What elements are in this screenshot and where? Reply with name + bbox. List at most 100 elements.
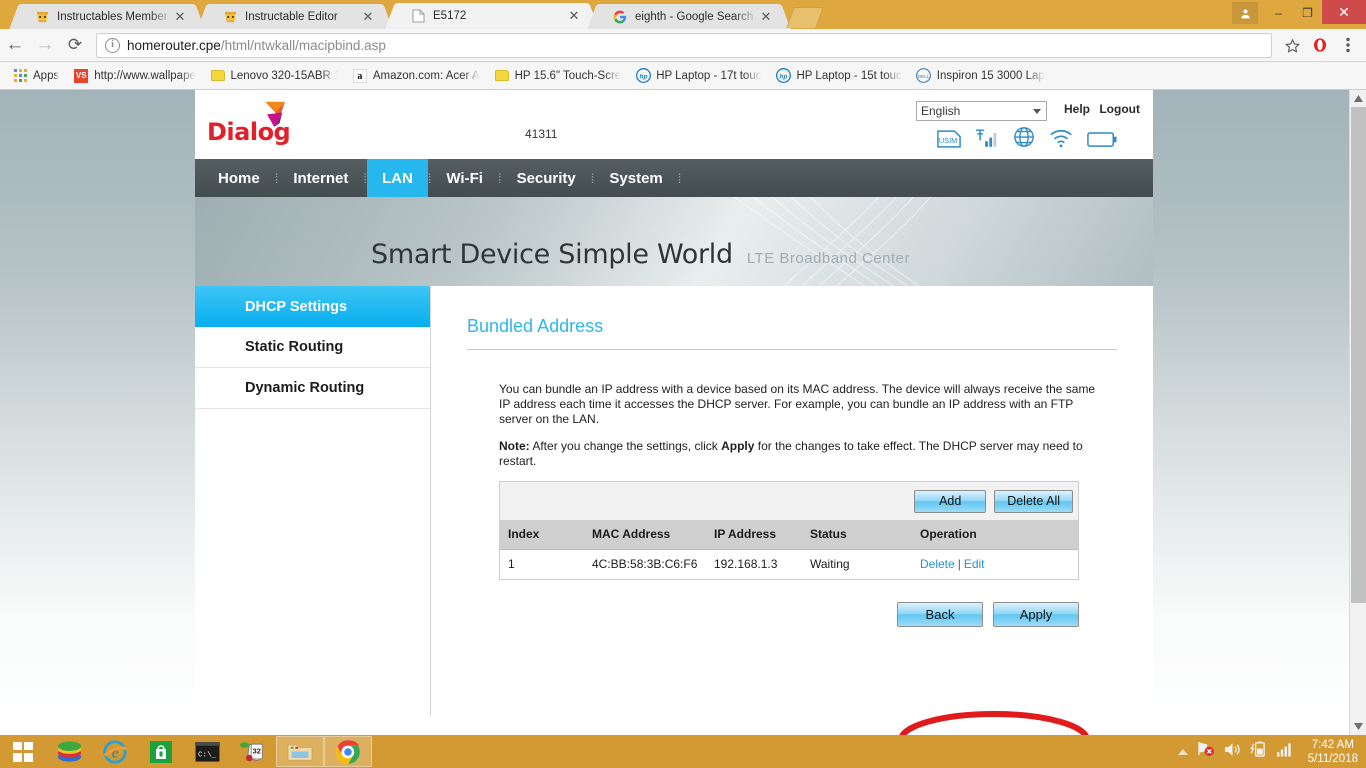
signal-bars-icon [975,129,999,153]
scroll-down-arrow-icon[interactable] [1350,718,1366,735]
new-tab-button[interactable] [786,7,824,28]
close-icon[interactable]: ✕ [360,9,376,25]
bookmark-inspiron[interactable]: DELL Inspiron 15 3000 Lap [910,65,1051,87]
bookmark-label: Lenovo 320-15ABR 1 [230,69,338,82]
windows-start-icon[interactable] [0,735,46,768]
opera-extension-icon[interactable] [1306,31,1334,59]
nav-item-internet[interactable]: Internet [278,159,363,197]
browser-tab-strip: Instructables Member : A ✕ Instructable … [0,0,1366,29]
speaker-icon[interactable] [1224,742,1241,762]
router-main-content: Bundled Address You can bundle an IP add… [431,286,1153,716]
bookmark-amazon[interactable]: a Amazon.com: Acer A [346,65,486,87]
nav-item-system[interactable]: System [594,159,677,197]
close-icon[interactable]: ✕ [566,8,582,24]
form-action-buttons: Back Apply [467,602,1079,627]
page-scrollbar[interactable] [1349,90,1366,735]
bookmark-apps[interactable]: Apps [6,65,65,87]
delete-all-button[interactable]: Delete All [994,489,1073,513]
svg-text:C:\_: C:\_ [197,751,216,759]
router-model-number: 41311 [525,127,558,141]
solitaire-icon[interactable]: 32 [230,735,276,768]
table-toolbar: Add Delete All [500,482,1078,520]
nav-item-security[interactable]: Security [502,159,591,197]
browser-tab-4[interactable]: eighth - Google Search ✕ [600,4,778,29]
bookmark-hp-156[interactable]: HP 15.6" Touch-Scre [488,65,628,87]
nav-item-lan[interactable]: LAN [366,159,428,197]
browser-tab-title: eighth - Google Search [635,10,754,23]
edit-link[interactable]: Edit [964,557,985,571]
column-header-mac: MAC Address [584,520,706,550]
wifi-icon [1049,129,1073,153]
bookmark-hp-17t[interactable]: hp HP Laptop - 17t touc [629,65,767,87]
network-error-icon[interactable] [1197,741,1215,762]
apply-button[interactable]: Apply [993,602,1079,627]
microsoft-store-icon[interactable] [138,735,184,768]
sidebar-item-static-routing[interactable]: Static Routing [195,327,430,368]
sidebar-item-dynamic-routing[interactable]: Dynamic Routing [195,368,430,409]
address-bar-url: homerouter.cpe/html/ntwkall/macipbind.as… [127,37,386,53]
bookmark-hp-15t[interactable]: hp HP Laptop - 15t touc [769,65,907,87]
bookmark-lenovo[interactable]: Lenovo 320-15ABR 1 [204,65,344,87]
note-text-1: After you change the settings, click [529,439,722,453]
close-icon[interactable]: ✕ [758,9,774,25]
operation-separator: | [957,557,961,572]
internet-explorer-icon[interactable]: e [92,735,138,768]
maximize-button[interactable]: ❐ [1293,2,1322,24]
reload-icon[interactable]: ⟳ [60,30,90,60]
forward-icon[interactable]: → [30,30,60,60]
sidebar-item-dhcp-settings[interactable]: DHCP Settings [195,286,430,327]
command-prompt-icon[interactable]: C:\_ [184,735,230,768]
page-viewport: Dialog 41311 English Help Logout USIM Ho… [0,90,1366,735]
bookmark-label: HP Laptop - 15t touc [796,69,902,82]
three-dot-menu-icon[interactable] [1334,31,1362,59]
taskbar-clock[interactable]: 7:42 AM 5/11/2018 [1308,738,1358,766]
router-main-nav: Home ⁞ Internet ⁞ LAN ⁞ Wi-Fi ⁞ Security… [195,159,1153,197]
file-explorer-icon[interactable] [276,736,324,767]
help-link[interactable]: Help [1064,102,1090,116]
add-button[interactable]: Add [914,489,987,513]
browser-tab-1[interactable]: Instructables Member : A ✕ [22,4,192,29]
bookmark-label: HP Laptop - 17t touc [656,69,762,82]
browser-tab-3-active[interactable]: E5172 ✕ [398,3,586,29]
windows-taskbar: e C:\_ 32 7:42 AM 5/11/2018 [0,735,1366,768]
signal-bars-icon[interactable] [1276,742,1293,762]
battery-charging-icon[interactable] [1250,741,1267,762]
folder-icon [210,68,226,84]
bluestacks-icon[interactable] [46,735,92,768]
close-icon[interactable]: ✕ [172,9,188,25]
sidebar-item-label: Static Routing [245,339,344,355]
banner-headline: Smart Device Simple World [371,239,733,270]
language-select[interactable]: English [916,101,1047,121]
delete-link[interactable]: Delete [920,557,955,571]
svg-text:DELL: DELL [918,74,930,79]
nav-item-wifi[interactable]: Wi-Fi [431,159,498,197]
chevron-up-icon[interactable] [1177,743,1188,761]
apps-grid-icon [12,68,28,84]
bookmark-label: http://www.wallpape [94,69,196,82]
info-circle-icon[interactable]: i [105,37,120,53]
address-bar[interactable]: i homerouter.cpe/html/ntwkall/macipbind.… [96,32,1272,58]
minimize-button[interactable]: – [1264,2,1293,24]
bookmark-wallpaper[interactable]: VS http://www.wallpape [67,65,202,87]
browser-tab-title: E5172 [433,10,467,22]
column-header-status: Status [802,520,912,550]
description-paragraph: You can bundle an IP address with a devi… [499,382,1096,426]
svg-text:e: e [112,745,119,761]
router-sidebar: DHCP Settings Static Routing Dynamic Rou… [195,286,431,716]
google-chrome-icon[interactable] [324,736,372,767]
star-icon[interactable] [1278,31,1306,59]
profile-icon[interactable] [1232,2,1258,24]
dialog-logo: Dialog [207,100,295,150]
cell-status: Waiting [802,549,912,579]
back-button[interactable]: Back [897,602,983,627]
logout-link[interactable]: Logout [1099,102,1140,116]
scrollbar-thumb[interactable] [1351,107,1366,603]
language-select-value: English [921,104,961,118]
back-icon[interactable]: ← [0,30,30,60]
bookmark-label: HP 15.6" Touch-Scre [514,69,622,82]
cell-index: 1 [500,549,584,579]
scroll-up-arrow-icon[interactable] [1350,90,1366,107]
browser-tab-2[interactable]: Instructable Editor ✕ [210,4,380,29]
nav-item-home[interactable]: Home [203,159,275,197]
close-window-button[interactable]: ✕ [1322,0,1366,24]
